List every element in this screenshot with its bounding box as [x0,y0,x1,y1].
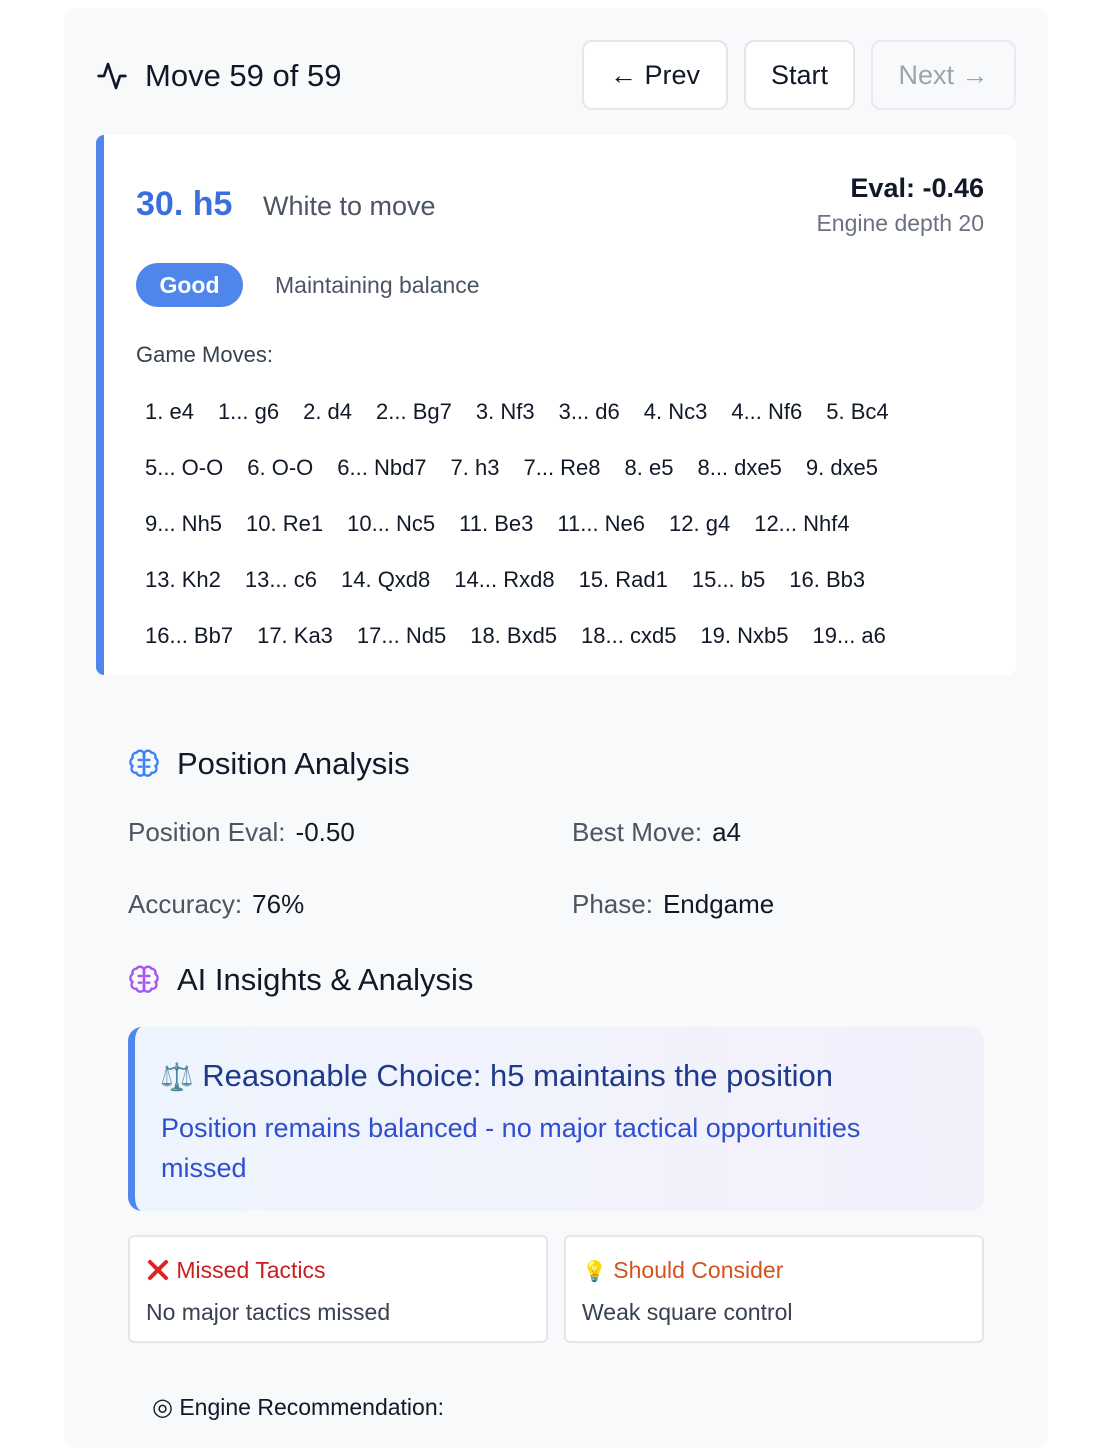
start-button[interactable]: Start [744,40,855,110]
move-item[interactable]: 1. e4 [133,397,206,427]
moves-row: 5... O-O 6. O-O 6... Nbd7 7. h3 7... Re8… [133,453,890,483]
move-item[interactable]: 5. Bc4 [814,397,900,427]
missed-tactics-card: Missed Tactics No major tactics missed [128,1235,548,1343]
move-item[interactable]: 10. Re1 [234,509,335,539]
phase-label: Phase: [572,889,653,919]
position-analysis-title: Position Analysis [177,746,410,781]
move-item[interactable]: 6... Nbd7 [325,453,438,483]
move-item[interactable]: 3... d6 [547,397,632,427]
game-moves-label: Game Moves: [136,342,273,367]
move-item[interactable]: 14. Qxd8 [329,565,442,595]
phase-row: Phase: Endgame [572,888,774,920]
insight-headline: ⚖️ Reasonable Choice: h5 maintains the p… [160,1057,833,1096]
move-item[interactable]: 12. g4 [657,509,742,539]
move-item[interactable]: 13... c6 [233,565,329,595]
activity-icon [97,62,127,90]
move-item[interactable]: 16... Bb7 [133,621,245,651]
move-item[interactable]: 15... b5 [680,565,777,595]
move-item[interactable]: 17. Ka3 [245,621,345,651]
move-item[interactable]: 16. Bb3 [777,565,877,595]
move-item[interactable]: 18... cxd5 [569,621,688,651]
move-item[interactable]: 1... g6 [206,397,291,427]
lightbulb-icon: 💡 [582,1261,607,1283]
move-item[interactable]: 2... Bg7 [364,397,464,427]
ai-insights-title: AI Insights & Analysis [177,962,474,997]
insight-body: Position remains balanced - no major tac… [161,1113,861,1183]
position-eval-label: Position Eval: [128,817,286,847]
engine-recommendation-label: Engine Recommendation: [179,1394,445,1420]
should-consider-card: 💡 Should Consider Weak square control [564,1235,984,1343]
move-item[interactable]: 8... dxe5 [685,453,793,483]
move-item[interactable]: 5... O-O [133,453,235,483]
move-item[interactable]: 2. d4 [291,397,364,427]
balance-scale-icon: ⚖️ [160,1062,194,1092]
move-item[interactable]: 9. dxe5 [794,453,890,483]
move-counter-title: Move 59 of 59 [145,58,342,93]
next-button[interactable]: Next → [871,40,1016,110]
move-item[interactable]: 15. Rad1 [567,565,680,595]
missed-tactics-body: No major tactics missed [146,1299,391,1325]
move-item[interactable]: 19... a6 [801,621,898,651]
move-item[interactable]: 11... Ne6 [545,509,657,539]
should-consider-title: 💡 Should Consider [582,1255,783,1287]
moves-row: 16... Bb7 17. Ka3 17... Nd5 18. Bxd5 18.… [133,621,898,651]
prev-button[interactable]: ← Prev [582,40,728,110]
accuracy-row: Accuracy: 76% [128,888,304,920]
move-item[interactable]: 7. h3 [439,453,512,483]
moves-row: 1. e4 1... g6 2. d4 2... Bg7 3. Nf3 3...… [133,397,901,427]
best-move-value: a4 [712,817,741,847]
move-item[interactable]: 4. Nc3 [632,397,720,427]
move-item[interactable]: 9... Nh5 [133,509,234,539]
phase-value: Endgame [662,889,775,919]
missed-tactics-label: Missed Tactics [176,1257,326,1283]
move-item[interactable]: 8. e5 [613,453,686,483]
move-item[interactable]: 10... Nc5 [335,509,447,539]
should-consider-body: Weak square control [582,1299,793,1325]
brain-icon [129,965,159,993]
close-icon [148,1260,168,1280]
best-move-label: Best Move: [572,817,703,847]
best-move-row: Best Move: a4 [572,816,741,848]
move-quality-badge: Good [136,263,243,307]
move-item[interactable]: 19. Nxb5 [688,621,800,651]
move-item[interactable]: 3. Nf3 [464,397,547,427]
move-item[interactable]: 13. Kh2 [133,565,233,595]
move-item[interactable]: 14... Rxd8 [442,565,566,595]
should-consider-label: Should Consider [613,1257,784,1283]
insight-headline-text: Reasonable Choice: h5 maintains the posi… [202,1058,833,1093]
engine-recommendation: ◎ Engine Recommendation: [152,1392,444,1423]
accuracy-label: Accuracy: [128,889,243,919]
move-item[interactable]: 11. Be3 [447,509,545,539]
accuracy-value: 76% [252,889,305,919]
target-icon: ◎ [152,1394,173,1421]
missed-tactics-title: Missed Tactics [146,1255,326,1285]
move-item[interactable]: 6. O-O [235,453,325,483]
moves-row: 9... Nh5 10. Re1 10... Nc5 11. Be3 11...… [133,509,862,539]
position-eval-value: -0.50 [295,817,355,847]
move-item[interactable]: 18. Bxd5 [458,621,569,651]
move-item[interactable]: 4... Nf6 [719,397,814,427]
move-item[interactable]: 17... Nd5 [345,621,458,651]
move-quality-description: Maintaining balance [275,272,480,298]
move-item[interactable]: 12... Nhf4 [742,509,861,539]
moves-row: 13. Kh2 13... c6 14. Qxd8 14... Rxd8 15.… [133,565,877,595]
move-item[interactable]: 7... Re8 [511,453,612,483]
engine-depth: Engine depth 20 [816,210,984,236]
brain-icon [129,749,159,777]
side-to-move: White to move [263,191,436,221]
move-eval: Eval: -0.46 [850,173,984,203]
current-move-san: 30. h5 [136,185,233,223]
position-eval-row: Position Eval: -0.50 [128,816,355,848]
